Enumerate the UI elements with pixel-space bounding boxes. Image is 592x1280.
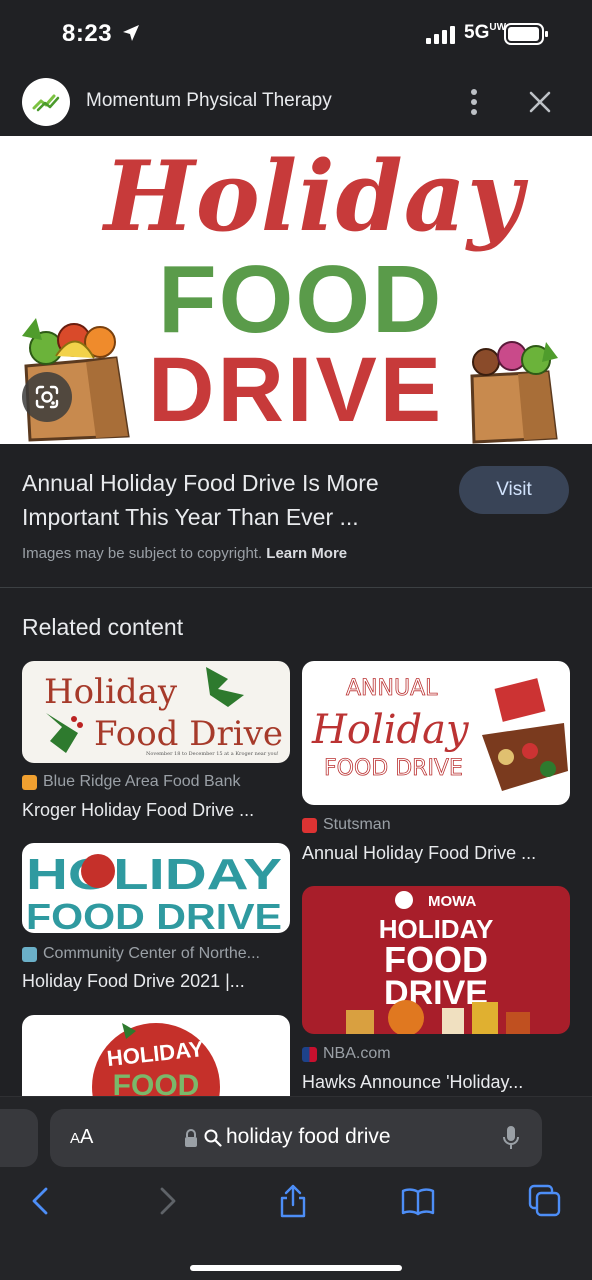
lens-icon <box>35 385 59 409</box>
microphone-icon[interactable] <box>502 1125 520 1151</box>
favicon-icon <box>302 1046 317 1062</box>
card2-text-annual: ANNUAL <box>346 676 438 701</box>
related-source-name: NBA.com <box>323 1045 391 1062</box>
source-logo[interactable] <box>22 78 70 126</box>
more-options-icon[interactable] <box>462 87 486 117</box>
battery-icon <box>504 23 548 45</box>
card2-text-holiday: Holiday <box>311 707 470 753</box>
favicon-icon <box>302 817 317 833</box>
search-icon <box>204 1129 222 1147</box>
share-icon[interactable] <box>275 1183 311 1219</box>
favicon-icon <box>22 946 37 962</box>
card3-text-food-drive: FOOD DRIVE <box>26 896 282 933</box>
related-image-2[interactable]: ANNUAL Holiday FOOD DRIVE <box>302 661 570 805</box>
google-lens-button[interactable] <box>22 372 72 422</box>
card1-text-food-drive: Food Drive <box>94 714 283 754</box>
related-content-heading: Related content <box>22 614 184 640</box>
card5-text-food: FOOD <box>113 1069 200 1096</box>
source-header: Momentum Physical Therapy <box>0 70 592 136</box>
close-icon[interactable] <box>526 88 554 116</box>
card2-text-food-drive: FOOD DRIVE <box>324 756 463 781</box>
search-query[interactable]: holiday food drive <box>226 1125 391 1149</box>
related-image-5[interactable]: HOLIDAY FOOD <box>22 1015 290 1096</box>
related-source-name: Community Center of Northe... <box>43 945 260 962</box>
browser-toolbar: AA holiday food drive <box>0 1096 592 1280</box>
cellular-signal-icon <box>426 26 455 44</box>
back-arrow-icon[interactable] <box>22 1183 58 1219</box>
text-size-button[interactable]: AA <box>70 1126 93 1149</box>
result-info: Annual Holiday Food Drive Is More Import… <box>0 444 592 588</box>
related-image-4[interactable]: MOWA HOLIDAY FOOD DRIVE <box>302 886 570 1034</box>
source-name[interactable]: Momentum Physical Therapy <box>86 90 332 112</box>
status-time: 8:23 <box>62 20 113 47</box>
visit-button[interactable]: Visit <box>459 466 569 514</box>
hero-text-holiday: Holiday <box>104 140 524 253</box>
learn-more-link[interactable]: Learn More <box>266 545 347 562</box>
card1-subtitle: November 18 to December 15 at a Kroger n… <box>146 751 279 757</box>
favicon-icon <box>22 774 37 790</box>
status-bar: 8:23 5GUW <box>0 0 592 70</box>
location-arrow-icon <box>123 25 139 41</box>
related-source-2: Stutsman <box>302 816 391 834</box>
copyright-text: Images may be subject to copyright. <box>22 545 263 562</box>
previous-tab-peek[interactable] <box>0 1109 38 1167</box>
copyright-notice: Images may be subject to copyright. Lear… <box>22 545 347 562</box>
hero-text-drive: DRIVE <box>148 339 445 441</box>
related-source-3: Community Center of Northe... <box>22 945 260 963</box>
related-source-1: Blue Ridge Area Food Bank <box>22 773 240 791</box>
related-source-4: NBA.com <box>302 1045 391 1063</box>
card1-text-holiday: Holiday <box>44 672 178 712</box>
related-title-4[interactable]: Hawks Announce 'Holiday... <box>302 1072 570 1093</box>
momentum-logo-icon <box>32 94 60 112</box>
forward-arrow-icon[interactable] <box>150 1183 186 1219</box>
related-title-3[interactable]: Holiday Food Drive 2021 |... <box>22 971 290 992</box>
related-image-1[interactable]: Holiday Food Drive November 18 to Decemb… <box>22 661 290 763</box>
related-image-3[interactable]: HOLIDAY FOOD DRIVE <box>22 843 290 933</box>
home-indicator[interactable] <box>190 1265 402 1271</box>
hero-text-food: FOOD <box>158 246 444 353</box>
lock-icon <box>185 1129 197 1147</box>
network-type: 5GUW <box>464 22 507 43</box>
related-source-name: Stutsman <box>323 816 391 833</box>
address-bar[interactable]: AA holiday food drive <box>50 1109 542 1167</box>
bookmarks-icon[interactable] <box>400 1183 436 1219</box>
card4-text-brand: MOWA <box>428 893 476 910</box>
card3-text-holiday: HOLIDAY <box>26 850 282 899</box>
hero-image[interactable]: Holiday FOOD DRIVE <box>0 136 592 444</box>
tabs-icon[interactable] <box>527 1183 563 1219</box>
related-title-1[interactable]: Kroger Holiday Food Drive ... <box>22 800 290 821</box>
result-title[interactable]: Annual Holiday Food Drive Is More Import… <box>22 466 442 534</box>
related-title-2[interactable]: Annual Holiday Food Drive ... <box>302 843 570 864</box>
related-source-name: Blue Ridge Area Food Bank <box>43 773 241 790</box>
grocery-bag-right-image <box>470 341 558 444</box>
